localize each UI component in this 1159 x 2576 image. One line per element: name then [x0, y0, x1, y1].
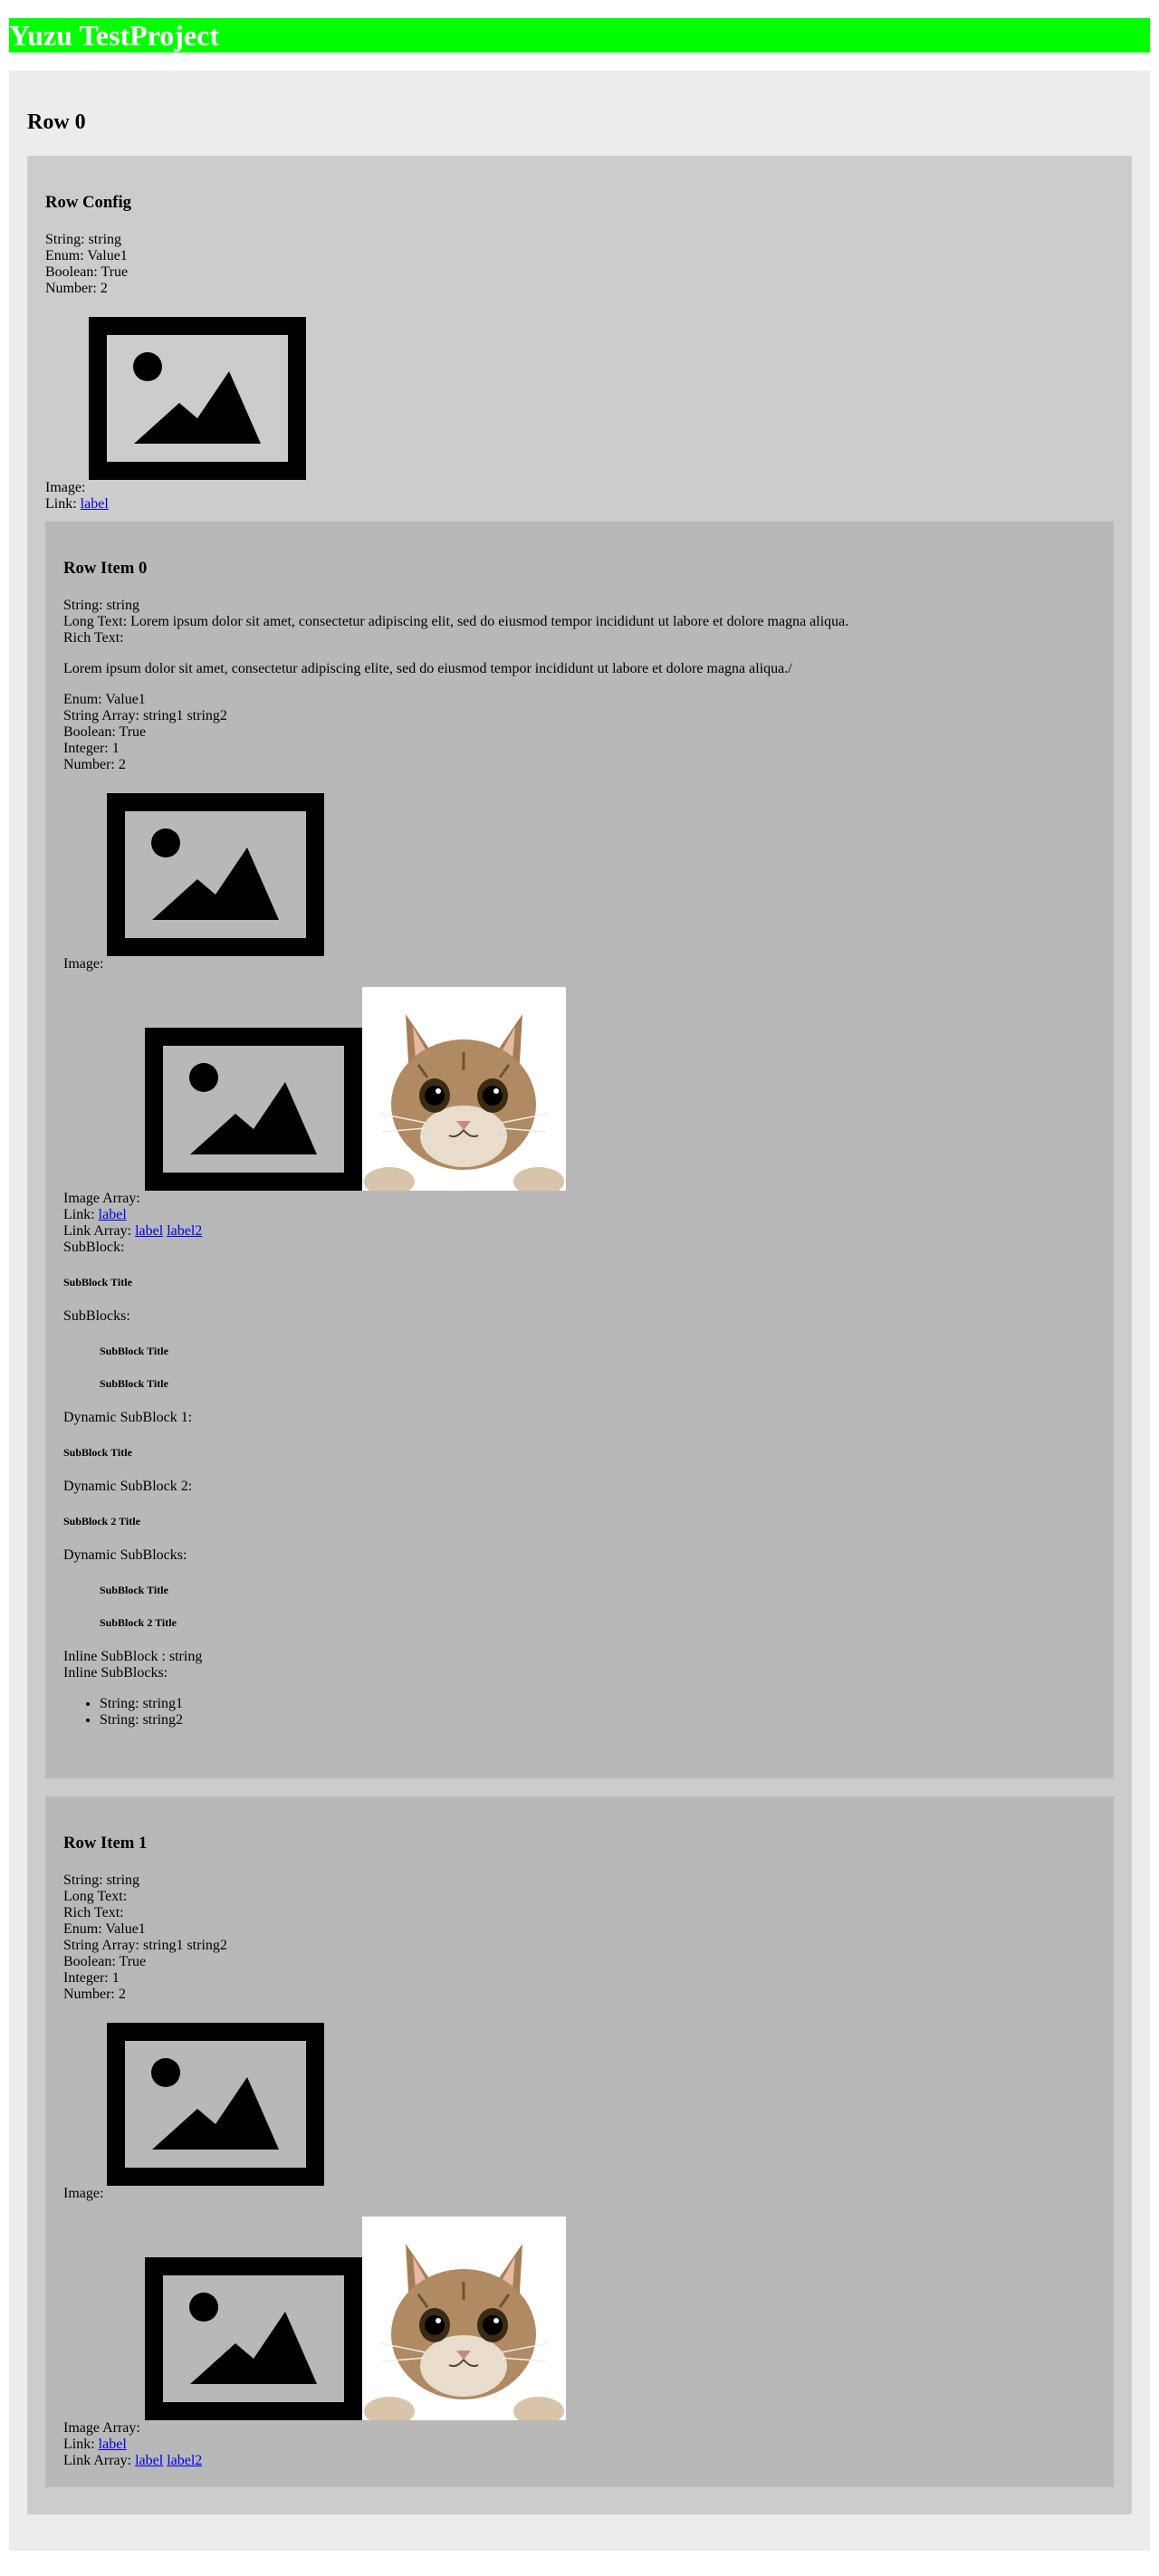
item-subblock-label: SubBlock:: [63, 1240, 125, 1255]
item-string-field: String: string: [63, 598, 140, 613]
list-item: String: string2: [100, 1712, 1096, 1729]
config-link[interactable]: label: [81, 496, 109, 512]
item-rich-text-label: Rich Text:: [63, 630, 124, 646]
item-link-array-0[interactable]: label: [135, 2453, 163, 2468]
item-subblocks-label: SubBlocks:: [63, 1308, 130, 1324]
cat-photo: [362, 2217, 566, 2426]
config-number-field: Number: 2: [45, 281, 108, 296]
row-item-1: Row Item 1 String: string Long Text: Ric…: [45, 1796, 1114, 2487]
dynamic-subblocks-list: SubBlock Title SubBlock 2 Title: [63, 1584, 1096, 1629]
list-item: String: string1: [100, 1696, 1096, 1712]
item-rich-text-label: Rich Text:: [63, 1905, 124, 1920]
subblock-title: SubBlock Title: [100, 1377, 168, 1390]
subblocks-list: SubBlock Title SubBlock Title: [63, 1345, 1096, 1390]
item-long-text-field: Long Text:: [63, 1889, 128, 1904]
item-number-field: Number: 2: [63, 1987, 126, 2002]
config-link-field: Link: label: [45, 496, 1114, 512]
item-string-field: String: string: [63, 1872, 140, 1888]
item-rich-text-value: Lorem ipsum dolor sit amet, consectetur …: [63, 661, 792, 676]
item-link-field: Link: label: [63, 1207, 1096, 1223]
item-boolean-field: Boolean: True: [63, 724, 147, 740]
item-string-array-field: String Array: string1 string2: [63, 1938, 227, 1953]
config-boolean-field: Boolean: True: [45, 264, 129, 280]
item-enum-field: Enum: Value1: [63, 1921, 146, 1937]
config-string-field: String: string: [45, 232, 122, 247]
image-placeholder-icon: [145, 1028, 362, 1191]
dynamic-subblock-1-title: SubBlock Title: [63, 1446, 132, 1459]
row-config-panel: Row Config String: string Enum: Value1 B…: [27, 156, 1132, 2514]
subblock-title: SubBlock Title: [63, 1276, 132, 1288]
item-inline-subblock-field: Inline SubBlock : string: [63, 1649, 203, 1664]
row-item-title: Row Item 1: [63, 1834, 148, 1853]
item-long-text-field: Long Text: Lorem ipsum dolor sit amet, c…: [63, 614, 849, 629]
row-0: Row 0 Row Config String: string Enum: Va…: [9, 71, 1150, 2551]
row-item-0: Row Item 0 String: string Long Text: Lor…: [45, 522, 1114, 1778]
image-placeholder-icon: [89, 317, 306, 480]
item-integer-field: Integer: 1: [63, 1970, 120, 1986]
item-dynamic-subblocks-label: Dynamic SubBlocks:: [63, 1547, 187, 1563]
subblock-title: SubBlock Title: [100, 1584, 168, 1596]
item-link-array-prefix: Link Array:: [63, 2453, 136, 2468]
item-link-array-field: Link Array: label label2: [63, 1223, 1096, 1240]
item-number-field: Number: 2: [63, 757, 126, 772]
item-link-array-0[interactable]: label: [135, 1223, 163, 1239]
config-enum-field: Enum: Value1: [45, 248, 128, 263]
item-link-array-field: Link Array: label label2: [63, 2453, 1096, 2469]
app-title: Yuzu TestProject: [9, 19, 219, 52]
item-image-array-label: Image Array:: [63, 2420, 140, 2436]
subblock-title: SubBlock Title: [100, 1345, 168, 1357]
item-link-array-1[interactable]: label2: [167, 1223, 202, 1239]
config-link-prefix: Link:: [45, 496, 81, 512]
item-link[interactable]: label: [99, 2437, 127, 2452]
item-image-label: Image:: [63, 2186, 104, 2201]
item-boolean-field: Boolean: True: [63, 1954, 147, 1969]
config-image-label: Image:: [45, 480, 86, 495]
image-placeholder-icon: [107, 793, 324, 956]
item-dynamic-subblock-2-label: Dynamic SubBlock 2:: [63, 1479, 193, 1494]
item-link-array-1[interactable]: label2: [167, 2453, 202, 2468]
row-title: Row 0: [27, 110, 86, 134]
image-array: [145, 987, 1096, 1196]
inline-subblocks-list: String: string1 String: string2: [63, 1696, 1096, 1729]
item-link[interactable]: label: [99, 1207, 127, 1222]
item-link-prefix: Link:: [63, 1207, 99, 1222]
image-placeholder-icon: [145, 2257, 362, 2420]
item-integer-field: Integer: 1: [63, 741, 120, 756]
item-image-array-label: Image Array:: [63, 1191, 140, 1206]
dynamic-subblock-2-title: SubBlock 2 Title: [63, 1515, 140, 1527]
item-image-label: Image:: [63, 956, 104, 972]
page: Yuzu TestProject Row 0 Row Config String…: [0, 0, 1159, 2560]
image-array: [145, 2217, 1096, 2426]
image-placeholder-icon: [107, 2023, 324, 2186]
item-dynamic-subblock-1-label: Dynamic SubBlock 1:: [63, 1410, 193, 1425]
app-header: Yuzu TestProject: [9, 18, 1150, 53]
cat-photo: [362, 987, 566, 1196]
item-inline-subblocks-label: Inline SubBlocks:: [63, 1665, 168, 1681]
item-link-prefix: Link:: [63, 2437, 99, 2452]
row-item-title: Row Item 0: [63, 559, 148, 578]
item-link-field: Link: label: [63, 2437, 1096, 2453]
item-string-array-field: String Array: string1 string2: [63, 708, 227, 723]
item-link-array-prefix: Link Array:: [63, 1223, 136, 1239]
item-enum-field: Enum: Value1: [63, 692, 146, 707]
subblock-title: SubBlock 2 Title: [100, 1616, 177, 1629]
row-config-title: Row Config: [45, 193, 131, 212]
